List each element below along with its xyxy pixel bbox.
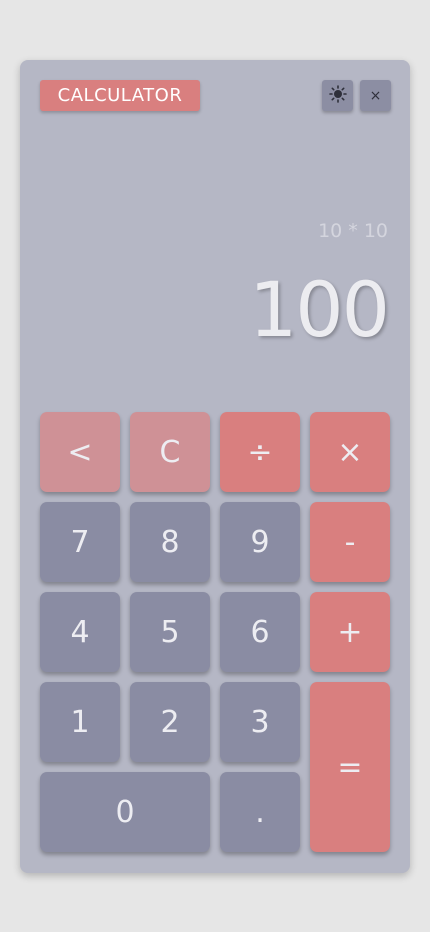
add-button[interactable]: + (310, 592, 390, 672)
equals-button[interactable]: = (310, 682, 390, 852)
backspace-button[interactable]: < (40, 412, 120, 492)
digit-5-button[interactable]: 5 (130, 592, 210, 672)
subtract-button[interactable]: - (310, 502, 390, 582)
digit-0-button[interactable]: 0 (40, 772, 210, 852)
theme-toggle-button[interactable] (322, 80, 353, 111)
multiply-button[interactable]: × (310, 412, 390, 492)
digit-6-button[interactable]: 6 (220, 592, 300, 672)
close-icon: × (369, 87, 382, 104)
digit-7-button[interactable]: 7 (40, 502, 120, 582)
digit-2-button[interactable]: 2 (130, 682, 210, 762)
digit-1-button[interactable]: 1 (40, 682, 120, 762)
close-button[interactable]: × (360, 80, 391, 111)
sun-icon (328, 84, 347, 107)
calculator-panel: CALCULATOR × 10 * 10 100 < C ÷ × 7 8 9 -… (20, 60, 410, 873)
result-display: 100 (248, 265, 390, 354)
expression-display: 10 * 10 (318, 220, 388, 242)
decimal-button[interactable]: . (220, 772, 300, 852)
divide-button[interactable]: ÷ (220, 412, 300, 492)
clear-button[interactable]: C (130, 412, 210, 492)
digit-9-button[interactable]: 9 (220, 502, 300, 582)
digit-3-button[interactable]: 3 (220, 682, 300, 762)
app-title: CALCULATOR (40, 80, 200, 111)
digit-4-button[interactable]: 4 (40, 592, 120, 672)
digit-8-button[interactable]: 8 (130, 502, 210, 582)
